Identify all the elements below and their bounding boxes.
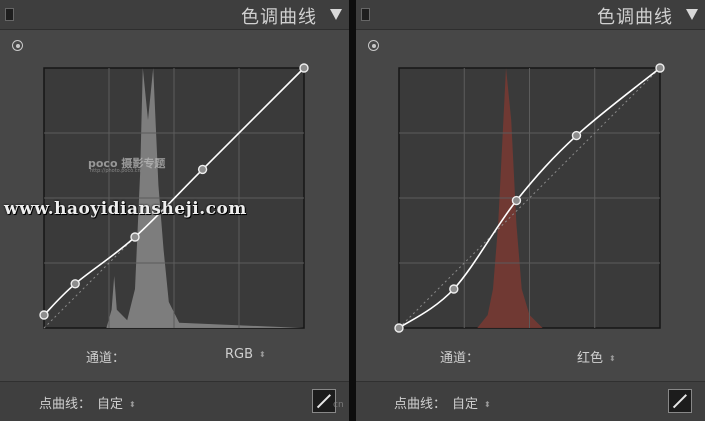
- channel-value: RGB: [225, 347, 254, 362]
- point-curve-select[interactable]: 自定 ⬍: [452, 393, 491, 412]
- point-curve-button[interactable]: [668, 389, 692, 413]
- point-curve-label: 点曲线：: [394, 397, 447, 412]
- watermark-url: www.haoyidiansheji.com: [4, 199, 247, 219]
- point-curve-value: 自定: [452, 397, 479, 412]
- curve-control-point[interactable]: [130, 232, 140, 242]
- curve-control-point[interactable]: [449, 284, 459, 294]
- channel-value: 红色: [577, 351, 604, 366]
- point-curve-value: 自定: [97, 397, 124, 412]
- channel-label: 通道：: [86, 351, 126, 366]
- curve-control-point[interactable]: [394, 323, 404, 333]
- channel-label: 通道：: [440, 351, 480, 366]
- watermark-poco-url: http://photo.poco.cn: [90, 168, 141, 174]
- curve-control-point[interactable]: [197, 164, 208, 175]
- curve-control-point[interactable]: [39, 310, 49, 320]
- tone-curve-panel-red: 色调曲线 通道： 红色 ⬍ 点曲线： 自定 ⬍: [356, 0, 705, 421]
- tone-curve-graph[interactable]: [356, 0, 705, 421]
- watermark-tail: cn: [333, 400, 344, 410]
- point-curve-label: 点曲线：: [39, 397, 92, 412]
- curve-control-point[interactable]: [511, 195, 522, 206]
- curve-control-point[interactable]: [571, 130, 582, 141]
- updown-icon: ⬍: [609, 354, 616, 363]
- curve-control-point[interactable]: [299, 63, 309, 73]
- curve-control-point[interactable]: [655, 63, 665, 73]
- updown-icon: ⬍: [484, 400, 491, 409]
- point-curve-select[interactable]: 自定 ⬍: [97, 393, 136, 412]
- channel-select[interactable]: 红色 ⬍: [577, 347, 616, 366]
- curve-control-point[interactable]: [70, 279, 80, 289]
- updown-icon: ⬍: [129, 400, 136, 409]
- updown-icon: ⬍: [259, 350, 266, 359]
- channel-select[interactable]: RGB ⬍: [225, 347, 266, 362]
